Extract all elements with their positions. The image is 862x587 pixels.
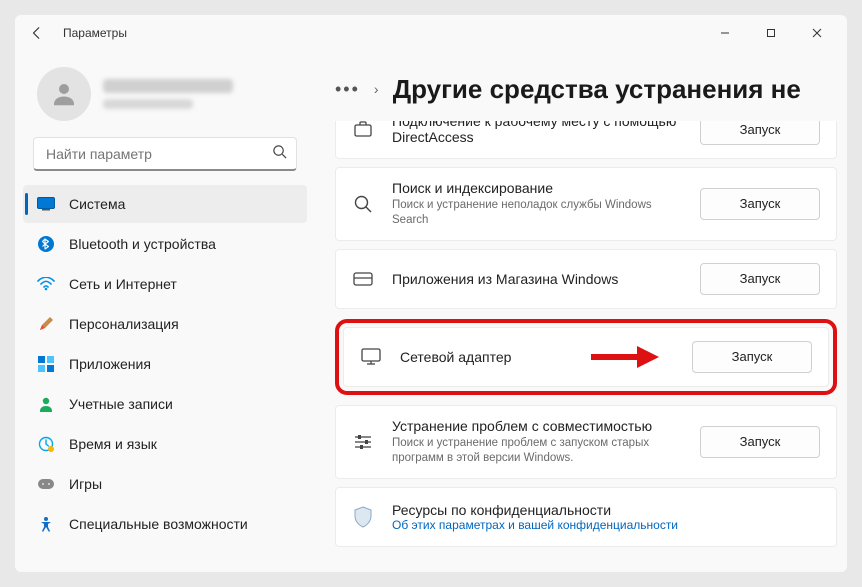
profile-name: [103, 79, 233, 93]
card-search-index: Поиск и индексирование Поиск и устранени…: [335, 167, 837, 241]
back-button[interactable]: [23, 19, 51, 47]
card-directaccess: Подключение к рабочему месту с помощью D…: [335, 121, 837, 159]
run-button-compat[interactable]: Запуск: [700, 426, 820, 458]
accessibility-icon: [37, 515, 55, 533]
sliders-icon: [352, 431, 374, 453]
privacy-link[interactable]: Об этих параметрах и вашей конфиденциаль…: [392, 518, 820, 532]
nav-accounts[interactable]: Учетные записи: [23, 385, 307, 423]
search-input[interactable]: [33, 137, 297, 171]
card-network-adapter: Сетевой адаптер Запуск: [343, 327, 829, 387]
nav-label: Персонализация: [69, 316, 179, 332]
nav-apps[interactable]: Приложения: [23, 345, 307, 383]
avatar: [37, 67, 91, 121]
card-subtitle: Поиск и устранение неполадок службы Wind…: [392, 198, 682, 228]
card-store-apps: Приложения из Магазина Windows Запуск: [335, 249, 837, 309]
apps-icon: [37, 355, 55, 373]
titlebar: Параметры: [15, 15, 847, 51]
shield-icon: [352, 506, 374, 528]
card-subtitle: Поиск и устранение проблем с запуском ст…: [392, 436, 682, 466]
profile-email: [103, 99, 193, 109]
person-icon: [49, 79, 79, 109]
nav-label: Bluetooth и устройства: [69, 236, 216, 252]
nav-label: Специальные возможности: [69, 516, 248, 532]
card-title: Подключение к рабочему месту с помощью D…: [392, 121, 682, 145]
window-title: Параметры: [63, 26, 127, 40]
nav-label: Учетные записи: [69, 396, 173, 412]
nav-accessibility[interactable]: Специальные возможности: [23, 505, 307, 543]
nav-label: Время и язык: [69, 436, 157, 452]
search-icon: [352, 193, 374, 215]
profile-block[interactable]: [19, 55, 311, 137]
card-title: Приложения из Магазина Windows: [392, 271, 682, 287]
run-button-store[interactable]: Запуск: [700, 263, 820, 295]
nav-time[interactable]: Время и язык: [23, 425, 307, 463]
brush-icon: [37, 315, 55, 333]
nav-gaming[interactable]: Игры: [23, 465, 307, 503]
minimize-button[interactable]: [703, 19, 747, 47]
nav-bluetooth[interactable]: Bluetooth и устройства: [23, 225, 307, 263]
nav-label: Система: [69, 196, 125, 212]
wifi-icon: [37, 275, 55, 293]
run-button-search[interactable]: Запуск: [700, 188, 820, 220]
close-button[interactable]: [795, 19, 839, 47]
bluetooth-icon: [37, 235, 55, 253]
chevron-right-icon: ›: [374, 81, 379, 97]
accounts-icon: [37, 395, 55, 413]
card-compatibility: Устранение проблем с совместимостью Поис…: [335, 405, 837, 479]
card-title: Ресурсы по конфиденциальности: [392, 502, 820, 518]
run-button-directaccess[interactable]: Запуск: [700, 121, 820, 145]
card-title: Сетевой адаптер: [400, 349, 674, 365]
monitor-icon: [360, 346, 382, 368]
nav-label: Сеть и Интернет: [69, 276, 177, 292]
store-icon: [352, 268, 374, 290]
page-title: Другие средства устранения не: [393, 74, 801, 105]
main-panel: ••• › Другие средства устранения не Подк…: [315, 51, 847, 572]
highlight-frame: Сетевой адаптер Запуск: [335, 319, 837, 395]
nav-network[interactable]: Сеть и Интернет: [23, 265, 307, 303]
briefcase-icon: [352, 121, 374, 140]
card-privacy: Ресурсы по конфиденциальности Об этих па…: [335, 487, 837, 547]
nav-personalization[interactable]: Персонализация: [23, 305, 307, 343]
card-title: Устранение проблем с совместимостью: [392, 418, 682, 434]
search-icon: [272, 144, 287, 164]
system-icon: [37, 195, 55, 213]
nav-label: Игры: [69, 476, 102, 492]
nav-system[interactable]: Система: [23, 185, 307, 223]
clock-icon: [37, 435, 55, 453]
maximize-button[interactable]: [749, 19, 793, 47]
nav-label: Приложения: [69, 356, 151, 372]
card-title: Поиск и индексирование: [392, 180, 682, 196]
sidebar: Система Bluetooth и устройства Сеть и Ин…: [15, 51, 315, 572]
gaming-icon: [37, 475, 55, 493]
run-button-netadapter[interactable]: Запуск: [692, 341, 812, 373]
breadcrumb-more-icon[interactable]: •••: [335, 79, 360, 100]
